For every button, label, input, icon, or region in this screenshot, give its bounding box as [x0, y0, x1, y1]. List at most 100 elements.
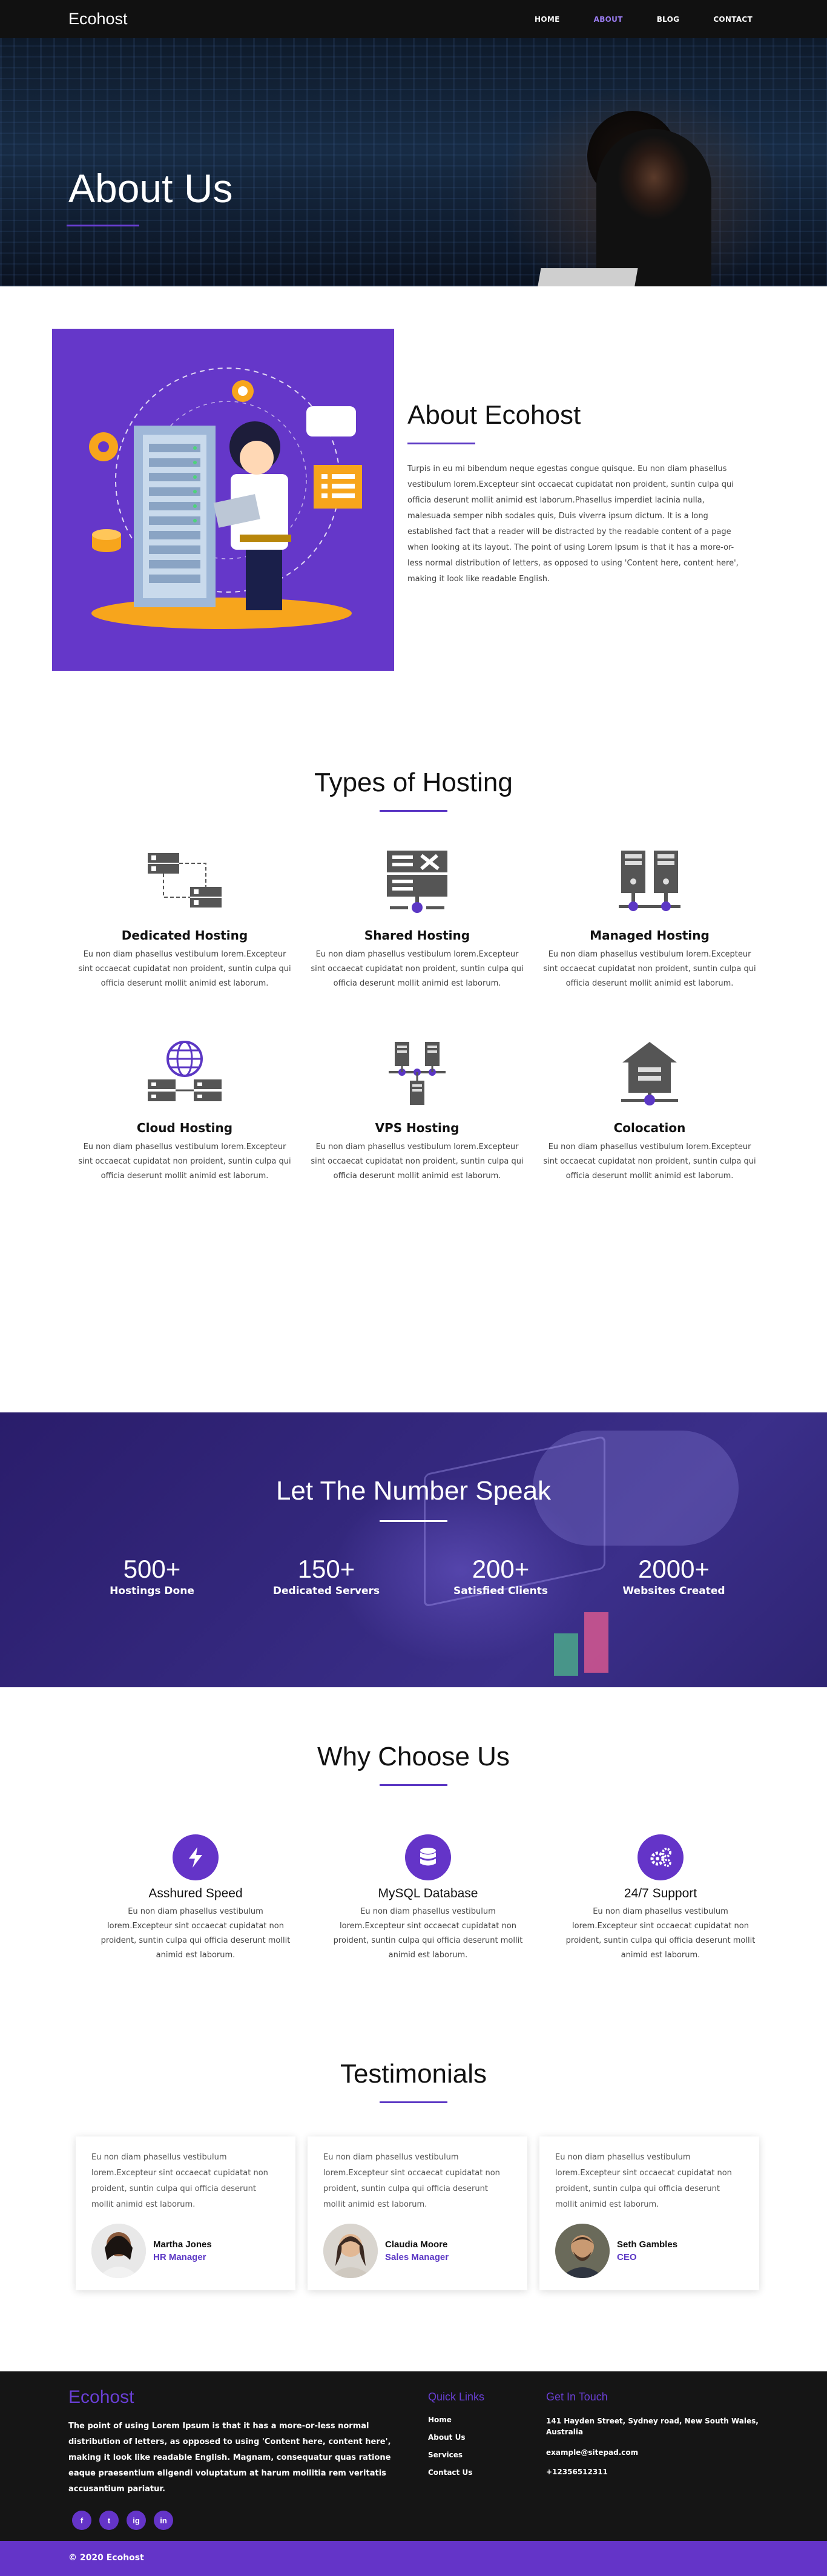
- stat-value: 150+: [297, 1555, 355, 1583]
- hero-photo-laptop: [536, 268, 638, 286]
- testimonial-name: Martha Jones: [153, 2239, 212, 2250]
- hosting-card-title: Managed Hosting: [590, 928, 710, 943]
- testimonial-card: Eu non diam phasellus vestibulum lorem.E…: [76, 2136, 295, 2290]
- footer-link-services[interactable]: Services: [428, 2451, 546, 2459]
- feature-title: MySQL Database: [378, 1886, 478, 1900]
- nav-blog-link[interactable]: BLOG: [657, 15, 680, 24]
- testimonial-role: CEO: [617, 2252, 637, 2262]
- hosting-card-text: Eu non diam phasellus vestibulum lorem.E…: [311, 1142, 524, 1181]
- avatar: [555, 2224, 610, 2278]
- feature-speed: Asshured Speed Eu non diam phasellus ves…: [96, 1834, 295, 1963]
- title-underline: [67, 225, 139, 226]
- testimonial-role: Sales Manager: [385, 2252, 449, 2262]
- twitter-icon[interactable]: t: [99, 2511, 119, 2530]
- about-text-block: About Ecohost Turpis in eu mi bibendum n…: [407, 329, 746, 671]
- footer-about-text: The point of using Lorem Ipsum is that i…: [68, 2422, 391, 2494]
- nav-about-link[interactable]: ABOUT: [594, 15, 623, 24]
- footer: Ecohost The point of using Lorem Ipsum i…: [0, 2371, 827, 2541]
- instagram-icon[interactable]: ig: [127, 2511, 146, 2530]
- testimonial-quote: Eu non diam phasellus vestibulum lorem.E…: [91, 2153, 268, 2209]
- main-menu: HOME ABOUT BLOG CONTACT: [535, 15, 753, 24]
- hero-banner: About Us: [0, 38, 827, 286]
- footer-quick-links: Quick Links Home About Us Services Conta…: [428, 2387, 546, 2530]
- colocation-icon: [541, 1042, 759, 1113]
- testimonials-heading: Testimonials: [340, 2059, 487, 2089]
- about-heading: About Ecohost: [407, 400, 581, 430]
- database-icon: [405, 1834, 451, 1880]
- footer-link-about[interactable]: About Us: [428, 2433, 546, 2442]
- feature-title: Asshured Speed: [148, 1886, 243, 1900]
- feature-text: Eu non diam phasellus vestibulum lorem.E…: [100, 1907, 291, 1960]
- avatar: [91, 2224, 146, 2278]
- gears-icon: [638, 1834, 684, 1880]
- heading-underline: [407, 443, 475, 444]
- stat-value: 200+: [472, 1555, 530, 1583]
- server-illustration: [52, 329, 394, 671]
- hosting-card-title: Dedicated Hosting: [121, 928, 248, 943]
- feature-title: 24/7 Support: [624, 1886, 697, 1900]
- heading-underline: [380, 1520, 447, 1522]
- footer-phone[interactable]: +12356512311: [546, 2468, 758, 2476]
- hosting-types-heading: Types of Hosting: [314, 768, 513, 797]
- why-section: Why Choose Us Asshured Speed Eu non diam…: [0, 1687, 827, 2008]
- dedicated-hosting-icon: [76, 853, 294, 921]
- footer-address: 141 Hayden Street, Sydney road, New Sout…: [546, 2417, 759, 2436]
- hosting-card-title: Cloud Hosting: [136, 1121, 233, 1135]
- features-grid: Asshured Speed Eu non diam phasellus ves…: [96, 1834, 759, 1963]
- stat-label: Websites Created: [622, 1585, 725, 1597]
- cloud-hosting-icon: [76, 1041, 294, 1113]
- stat-label: Dedicated Servers: [272, 1585, 380, 1597]
- stat-value: 500+: [123, 1555, 181, 1583]
- hosting-card-title: Colocation: [613, 1121, 686, 1135]
- hero-photo-person: [596, 129, 711, 286]
- hosting-card-vps[interactable]: VPS Hosting Eu non diam phasellus vestib…: [308, 1042, 526, 1239]
- hosting-card-text: Eu non diam phasellus vestibulum lorem.E…: [543, 1142, 756, 1181]
- hosting-card-text: Eu non diam phasellus vestibulum lorem.E…: [311, 950, 524, 988]
- facebook-icon[interactable]: f: [72, 2511, 91, 2530]
- stats-section: Let The Number Speak 500+ Hostings Done …: [0, 1412, 827, 1687]
- stat-hostings: 500+ Hostings Done: [91, 1555, 213, 1597]
- hosting-card-dedicated[interactable]: Dedicated Hosting Eu non diam phasellus …: [76, 853, 294, 1047]
- hosting-card-text: Eu non diam phasellus vestibulum lorem.E…: [543, 950, 756, 988]
- hosting-card-managed[interactable]: Managed Hosting Eu non diam phasellus ve…: [541, 851, 759, 1047]
- stat-servers: 150+ Dedicated Servers: [266, 1555, 387, 1597]
- nav-contact-link[interactable]: CONTACT: [713, 15, 753, 24]
- hosting-card-text: Eu non diam phasellus vestibulum lorem.E…: [78, 950, 291, 988]
- copyright-bar: © 2020 Ecohost: [0, 2541, 827, 2576]
- testimonials-grid: Eu non diam phasellus vestibulum lorem.E…: [76, 2136, 759, 2290]
- stats-heading: Let The Number Speak: [275, 1476, 552, 1506]
- hosting-card-title: VPS Hosting: [375, 1121, 460, 1135]
- testimonial-card: Eu non diam phasellus vestibulum lorem.E…: [308, 2136, 527, 2290]
- avatar: [323, 2224, 378, 2278]
- hosting-card-colocation[interactable]: Colocation Eu non diam phasellus vestibu…: [541, 1042, 759, 1239]
- hosting-card-shared[interactable]: Shared Hosting Eu non diam phasellus ves…: [308, 851, 526, 1047]
- bar-graphic: [554, 1633, 578, 1676]
- testimonial-role: HR Manager: [153, 2252, 206, 2262]
- testimonial-card: Eu non diam phasellus vestibulum lorem.E…: [539, 2136, 759, 2290]
- vps-hosting-icon: [308, 1042, 526, 1113]
- bar-graphic: [584, 1612, 608, 1673]
- footer-brand[interactable]: Ecohost: [68, 2387, 407, 2408]
- nav-home-link[interactable]: HOME: [535, 15, 560, 24]
- contact-heading: Get In Touch: [546, 2391, 608, 2403]
- stat-label: Hostings Done: [110, 1585, 194, 1597]
- feature-database: MySQL Database Eu non diam phasellus ves…: [328, 1834, 528, 1963]
- brand-logo[interactable]: Ecohost: [68, 10, 128, 28]
- heading-underline: [380, 810, 447, 812]
- footer-email[interactable]: example@sitepad.com: [546, 2448, 758, 2457]
- footer-link-contact[interactable]: Contact Us: [428, 2468, 546, 2477]
- linkedin-icon[interactable]: in: [154, 2511, 173, 2530]
- footer-contact: Get In Touch 141 Hayden Street, Sydney r…: [546, 2387, 759, 2530]
- footer-about: Ecohost The point of using Lorem Ipsum i…: [68, 2387, 407, 2530]
- stat-value: 2000+: [638, 1555, 710, 1583]
- page-title: About Us: [68, 166, 233, 211]
- social-links: f t ig in: [72, 2511, 407, 2530]
- testimonial-author: Claudia Moore Sales Manager: [323, 2224, 512, 2278]
- shared-hosting-icon: [308, 851, 526, 921]
- feature-support: 24/7 Support Eu non diam phasellus vesti…: [561, 1834, 760, 1963]
- testimonial-author: Seth Gambles CEO: [555, 2224, 743, 2278]
- footer-link-home[interactable]: Home: [428, 2416, 546, 2424]
- hosting-card-cloud[interactable]: Cloud Hosting Eu non diam phasellus vest…: [76, 1041, 294, 1239]
- feature-text: Eu non diam phasellus vestibulum lorem.E…: [565, 1907, 756, 1960]
- copyright-text: © 2020 Ecohost: [68, 2553, 144, 2563]
